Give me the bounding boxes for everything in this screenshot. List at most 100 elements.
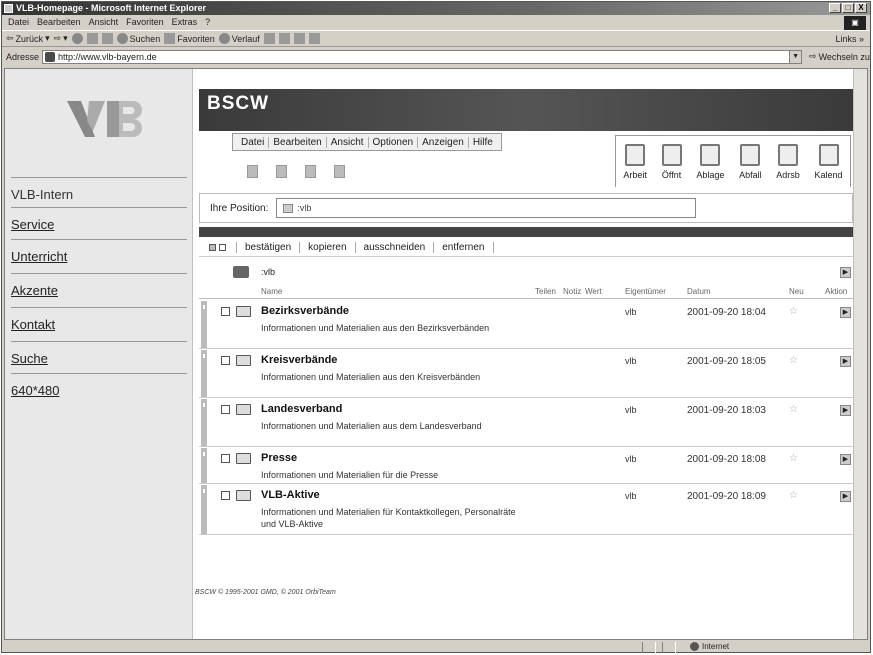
- bscw-menu-optionen[interactable]: Optionen: [369, 136, 419, 148]
- menu-help[interactable]: ?: [205, 17, 210, 27]
- copy-action[interactable]: kopieren: [299, 242, 354, 253]
- table-row: Bezirksverbände Informationen und Materi…: [199, 301, 855, 349]
- row-description: Informationen und Materialien aus den Kr…: [261, 372, 481, 382]
- row-owner[interactable]: vlb: [625, 356, 637, 366]
- info-icon[interactable]: [247, 165, 258, 178]
- zone-label: Internet: [702, 642, 730, 651]
- tab-kalend[interactable]: Kalend: [815, 144, 843, 187]
- menu-bearbeiten[interactable]: Bearbeiten: [37, 17, 81, 27]
- address-dropdown-icon[interactable]: ▼: [789, 50, 802, 63]
- forward-button[interactable]: ⇨ ▾: [54, 33, 68, 44]
- tab-arbeit[interactable]: Arbeit: [623, 144, 647, 187]
- stop-icon[interactable]: [71, 33, 83, 44]
- row-action-arrow-icon[interactable]: ▶: [840, 356, 851, 367]
- nav-vlb-intern[interactable]: VLB-Intern: [11, 187, 73, 202]
- nav-640-480[interactable]: 640*480: [11, 383, 59, 398]
- go-button[interactable]: ⇨ Wechseln zu: [809, 51, 870, 62]
- select-all-checkbox[interactable]: [209, 244, 216, 251]
- row-action-arrow-icon[interactable]: ▶: [840, 491, 851, 502]
- nav-service[interactable]: Service: [11, 217, 54, 232]
- row-checkbox[interactable]: [221, 307, 230, 316]
- row-name-link[interactable]: Landesverband: [261, 403, 342, 415]
- position-field[interactable]: :vlb: [276, 198, 697, 218]
- nav-akzente[interactable]: Akzente: [11, 283, 58, 298]
- nav-suche[interactable]: Suche: [11, 351, 48, 366]
- star-icon: ☆: [789, 490, 798, 501]
- clipboard-icon: [700, 144, 721, 166]
- discuss-icon[interactable]: [308, 33, 320, 44]
- back-button[interactable]: ⇦ Zurück ▾: [6, 33, 50, 44]
- row-date: 2001-09-20 18:04: [687, 307, 766, 318]
- tab-ablage[interactable]: Ablage: [696, 144, 724, 187]
- row-owner[interactable]: vlb: [625, 307, 637, 317]
- row-action-arrow-icon[interactable]: ▶: [840, 405, 851, 416]
- close-button[interactable]: X: [855, 3, 867, 13]
- nav-kontakt[interactable]: Kontakt: [11, 317, 55, 332]
- address-url: http://www.vlb-bayern.de: [58, 51, 157, 62]
- bscw-menu-ansicht[interactable]: Ansicht: [327, 136, 369, 148]
- row-handle-icon: [201, 485, 207, 534]
- delete-action[interactable]: entfernen: [433, 242, 494, 253]
- row-checkbox[interactable]: [221, 491, 230, 500]
- bscw-menu-datei[interactable]: Datei: [237, 136, 270, 148]
- history-icon: [218, 33, 230, 44]
- refresh-icon[interactable]: [86, 33, 98, 44]
- col-name[interactable]: Name: [261, 287, 282, 296]
- folder-icon[interactable]: [305, 165, 316, 178]
- vertical-scrollbar[interactable]: [853, 69, 867, 639]
- history-button[interactable]: Verlauf: [218, 33, 260, 44]
- search-button[interactable]: Suchen: [116, 33, 160, 44]
- print-icon[interactable]: [278, 33, 290, 44]
- row-name-link[interactable]: Bezirksverbände: [261, 305, 349, 317]
- tab-abfall[interactable]: Abfall: [739, 144, 762, 187]
- tab-oeffnt[interactable]: Öffnt: [661, 144, 682, 187]
- divider-strip: [199, 227, 855, 237]
- key-icon[interactable]: [276, 165, 287, 178]
- col-owner[interactable]: Eigentümer: [625, 287, 666, 296]
- bscw-header: BSCW: [199, 89, 855, 131]
- maximize-button[interactable]: □: [842, 3, 854, 13]
- row-name-link[interactable]: Presse: [261, 452, 297, 464]
- copyright-text: BSCW © 1995-2001 GMD, © 2001 OrbiTeam: [195, 589, 336, 596]
- edit-icon[interactable]: [293, 33, 305, 44]
- row-owner[interactable]: vlb: [625, 405, 637, 415]
- menu-extras[interactable]: Extras: [172, 17, 198, 27]
- row-name-link[interactable]: VLB-Aktive: [261, 489, 320, 501]
- row-checkbox[interactable]: [221, 356, 230, 365]
- row-checkbox[interactable]: [221, 405, 230, 414]
- table-row: VLB-Aktive Informationen und Materialien…: [199, 485, 855, 535]
- row-action-arrow-icon[interactable]: ▶: [840, 454, 851, 465]
- row-owner[interactable]: vlb: [625, 491, 637, 501]
- bscw-menu-anzeigen[interactable]: Anzeigen: [418, 136, 469, 148]
- row-checkbox[interactable]: [221, 454, 230, 463]
- browser-window: VLB-Homepage - Microsoft Internet Explor…: [1, 1, 871, 653]
- row-name-link[interactable]: Kreisverbände: [261, 354, 337, 366]
- tab-adrsb[interactable]: Adrsb: [776, 144, 800, 187]
- menu-favoriten[interactable]: Favoriten: [126, 17, 164, 27]
- minimize-button[interactable]: _: [829, 3, 841, 13]
- star-icon: ☆: [789, 355, 798, 366]
- row-handle-icon: [201, 399, 207, 446]
- page-icon: [45, 51, 56, 62]
- column-header: Name Teilen Notiz Wert Eigentümer Datum …: [199, 285, 855, 299]
- nav-unterricht[interactable]: Unterricht: [11, 249, 67, 264]
- favorites-button[interactable]: Favoriten: [164, 33, 215, 44]
- bscw-menu-bar: Datei Bearbeiten Ansicht Optionen Anzeig…: [232, 133, 502, 151]
- menu-datei[interactable]: Datei: [8, 17, 29, 27]
- links-label[interactable]: Links »: [835, 34, 864, 44]
- folder-action-arrow-icon[interactable]: ▶: [840, 266, 851, 278]
- document-icon[interactable]: [334, 165, 345, 178]
- row-owner[interactable]: vlb: [625, 454, 637, 464]
- mail-icon[interactable]: [263, 33, 275, 44]
- cut-action[interactable]: ausschneiden: [354, 242, 434, 253]
- address-input[interactable]: http://www.vlb-bayern.de ▼: [42, 49, 803, 64]
- home-icon[interactable]: [101, 33, 113, 44]
- row-action-arrow-icon[interactable]: ▶: [840, 307, 851, 318]
- bscw-menu-bearbeiten[interactable]: Bearbeiten: [269, 136, 327, 148]
- public-icon: [661, 144, 682, 166]
- menu-ansicht[interactable]: Ansicht: [89, 17, 119, 27]
- select-none-checkbox[interactable]: [219, 244, 226, 251]
- confirm-action[interactable]: bestätigen: [236, 242, 299, 253]
- col-date[interactable]: Datum: [687, 287, 711, 296]
- bscw-menu-hilfe[interactable]: Hilfe: [469, 137, 497, 148]
